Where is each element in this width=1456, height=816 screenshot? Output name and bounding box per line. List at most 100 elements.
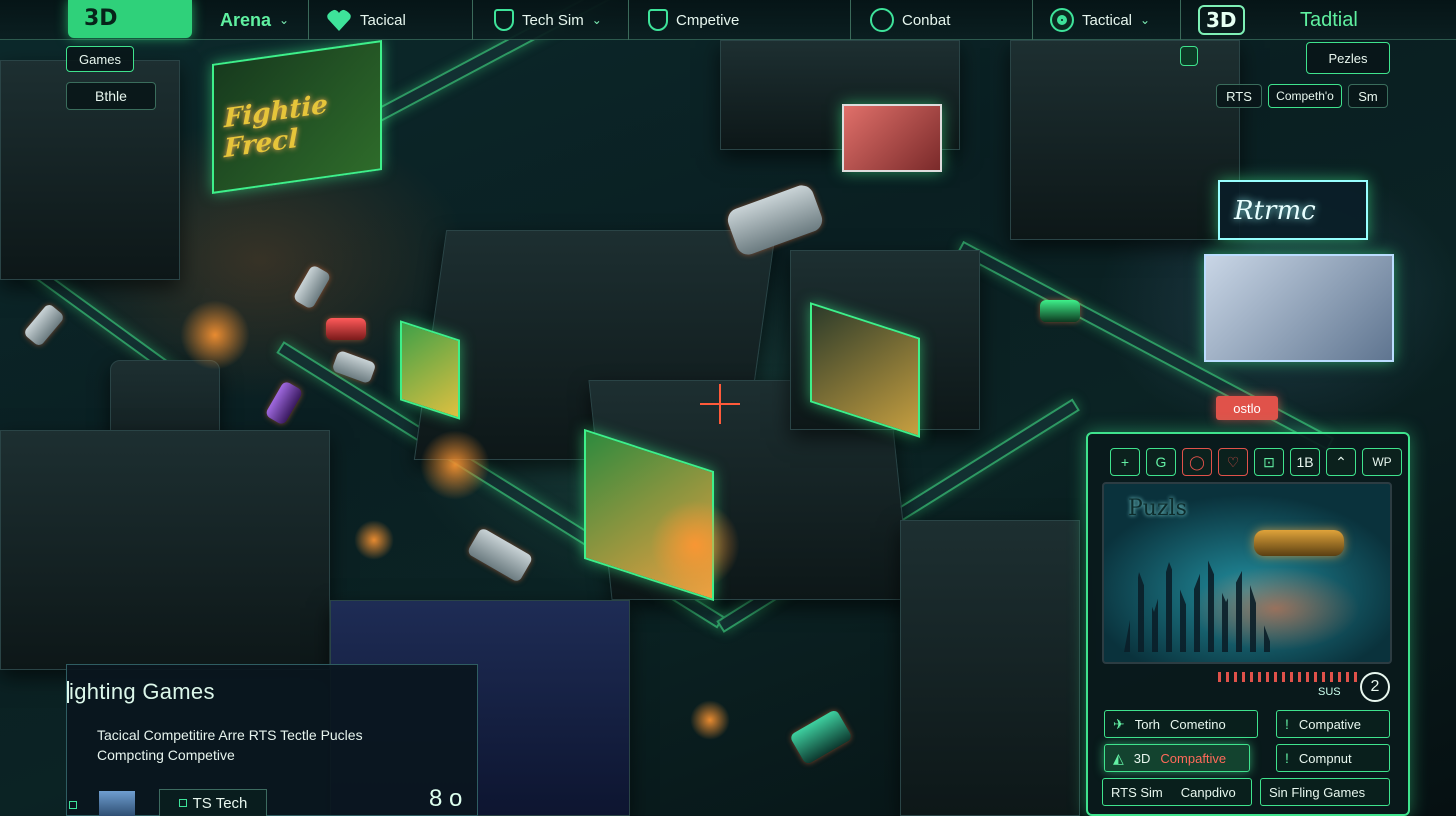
alert-icon: ! [1285, 716, 1289, 732]
desc-line: Compcting Competive [97, 747, 235, 763]
street-light [690, 700, 730, 740]
tab-label: Conbat [902, 11, 951, 29]
blade-icon [870, 8, 894, 32]
marker-label: ostlo [1233, 400, 1261, 416]
battle-button[interactable]: Bthle [66, 82, 156, 110]
wp-icon[interactable]: WP [1362, 448, 1402, 476]
car[interactable] [466, 527, 534, 583]
tab-label: Cmpetive [676, 11, 740, 29]
building[interactable] [0, 430, 330, 670]
btn-label: Torh [1134, 716, 1161, 732]
hat-icon: ◭ [1113, 749, 1124, 766]
torh-button[interactable]: ✈ Torh Cometino [1104, 710, 1258, 738]
billboard-neon: Rtrmc [1218, 180, 1368, 240]
tab-label: RTS [1226, 88, 1252, 104]
billboard-text: Rtrmc [1234, 196, 1316, 226]
shield-icon [494, 9, 514, 31]
tab-tacical[interactable]: Tacical [326, 0, 406, 40]
logo-3d[interactable]: 3D [68, 0, 192, 38]
tab-label: Competh'o [1276, 89, 1334, 103]
car[interactable] [264, 380, 304, 426]
tab-label: Tactical [1082, 11, 1133, 29]
rts-sim-button[interactable]: RTS Sim Canpdivo [1102, 778, 1252, 806]
street-light [180, 300, 250, 370]
btn-label: Canpdivo [1180, 784, 1236, 800]
tool-glyph: ◯ [1189, 453, 1205, 470]
tab-label: Sm [1358, 88, 1378, 104]
tab-tactical-right[interactable]: Tadtial [1300, 0, 1358, 40]
tool-row: + G ◯ ♡ ⊡ 1B ⌃ WP [1110, 448, 1402, 476]
billboard-screen [1204, 254, 1394, 362]
street-light [354, 520, 394, 560]
billboard-screen [842, 104, 942, 172]
meta-label: SUS [1318, 686, 1341, 698]
car[interactable] [1040, 300, 1080, 322]
btn-label: Compnut [1298, 750, 1352, 766]
thumbnail[interactable] [99, 791, 135, 816]
target-icon [1050, 8, 1074, 32]
car[interactable] [22, 302, 66, 348]
tab-tactical[interactable]: Tactical ⌄ [1050, 0, 1150, 40]
tab-competitive[interactable]: Cmpetive [648, 0, 739, 40]
tool-glyph: 1B [1296, 454, 1314, 470]
circle-icon[interactable]: ◯ [1182, 448, 1212, 476]
btn-label: 3D [1133, 750, 1151, 766]
game-preview-image[interactable]: Puzls [1102, 482, 1392, 664]
level-icon[interactable]: 1B [1290, 448, 1320, 476]
car[interactable] [292, 264, 332, 310]
map-marker-tag[interactable]: ostlo [1216, 396, 1278, 420]
icon-square-button[interactable] [1180, 46, 1198, 66]
plane-icon: ✈ [1113, 715, 1125, 732]
view-3d-badge[interactable]: 3D [1198, 0, 1245, 40]
building[interactable] [900, 520, 1080, 816]
desc-line: Tacical Competitire Arre RTS Tectle Pucl… [97, 727, 363, 743]
alert-icon: ! [1285, 750, 1289, 766]
btn-label: Compative [1298, 716, 1362, 732]
preview-scenery [1124, 557, 1274, 652]
divider [472, 0, 473, 40]
top-hud-bar: 3D Arena ⌄ Tacical Tech Sim ⌄ Cmpetive C… [0, 0, 1456, 40]
tag-button[interactable]: TS Tech [159, 789, 267, 816]
shield-icon [648, 9, 668, 31]
car[interactable] [789, 708, 853, 766]
g-icon[interactable]: G [1146, 448, 1176, 476]
divider [1180, 0, 1181, 40]
puzzles-label: Pezles [1328, 50, 1368, 66]
street-light [420, 430, 490, 500]
btn-label: RTS Sim [1111, 784, 1163, 800]
frame-icon[interactable]: ⊡ [1254, 448, 1284, 476]
puzzles-button[interactable]: Pezles [1306, 42, 1390, 74]
card-description: Tacical Competitire Arre RTS Tectle Pucl… [97, 725, 437, 765]
count-badge[interactable]: 2 [1360, 672, 1390, 702]
game-info-card: ighting Games Tacical Competitire Arre R… [66, 664, 478, 816]
billboard-text: Fightie Frecl [224, 89, 328, 165]
game-detail-panel: + G ◯ ♡ ⊡ 1B ⌃ WP Puzls SUS 2 ✈ Torh Com… [1086, 432, 1410, 816]
btn-label: Sin Fling Games [1269, 784, 1366, 800]
compative-button[interactable]: ! Compative [1276, 710, 1390, 738]
tab-sim[interactable]: Sm [1348, 84, 1388, 108]
tool-glyph: ⊡ [1263, 453, 1275, 470]
tool-glyph: WP [1372, 455, 1392, 469]
building[interactable] [1010, 40, 1240, 240]
tab-tech-sim[interactable]: Tech Sim ⌄ [494, 0, 602, 40]
mountain-icon[interactable]: ⌃ [1326, 448, 1356, 476]
chevron-down-icon: ⌄ [1140, 13, 1151, 27]
sim-fling-games-button[interactable]: Sin Fling Games [1260, 778, 1390, 806]
tag-label: TS Tech [192, 794, 248, 812]
card-title: ighting Games [67, 679, 215, 704]
checkbox[interactable] [69, 801, 77, 809]
tab-competitive-small[interactable]: Competh'o [1268, 84, 1342, 108]
heart-icon[interactable]: ♡ [1218, 448, 1248, 476]
glyph: 8 o [429, 785, 463, 812]
target-crosshair-icon [700, 384, 740, 424]
compnut-button[interactable]: ! Compnut [1276, 744, 1390, 772]
car[interactable] [724, 182, 826, 258]
tab-combat[interactable]: Conbat [870, 0, 950, 40]
arena-dropdown[interactable]: Arena ⌄ [220, 0, 289, 40]
3d-competitive-button[interactable]: ◭ 3D Compaftive [1104, 744, 1250, 772]
arena-label: Arena [220, 9, 272, 30]
add-icon[interactable]: + [1110, 448, 1140, 476]
car[interactable] [326, 318, 366, 340]
tab-rts[interactable]: RTS [1216, 84, 1262, 108]
games-button[interactable]: Games [66, 46, 134, 72]
